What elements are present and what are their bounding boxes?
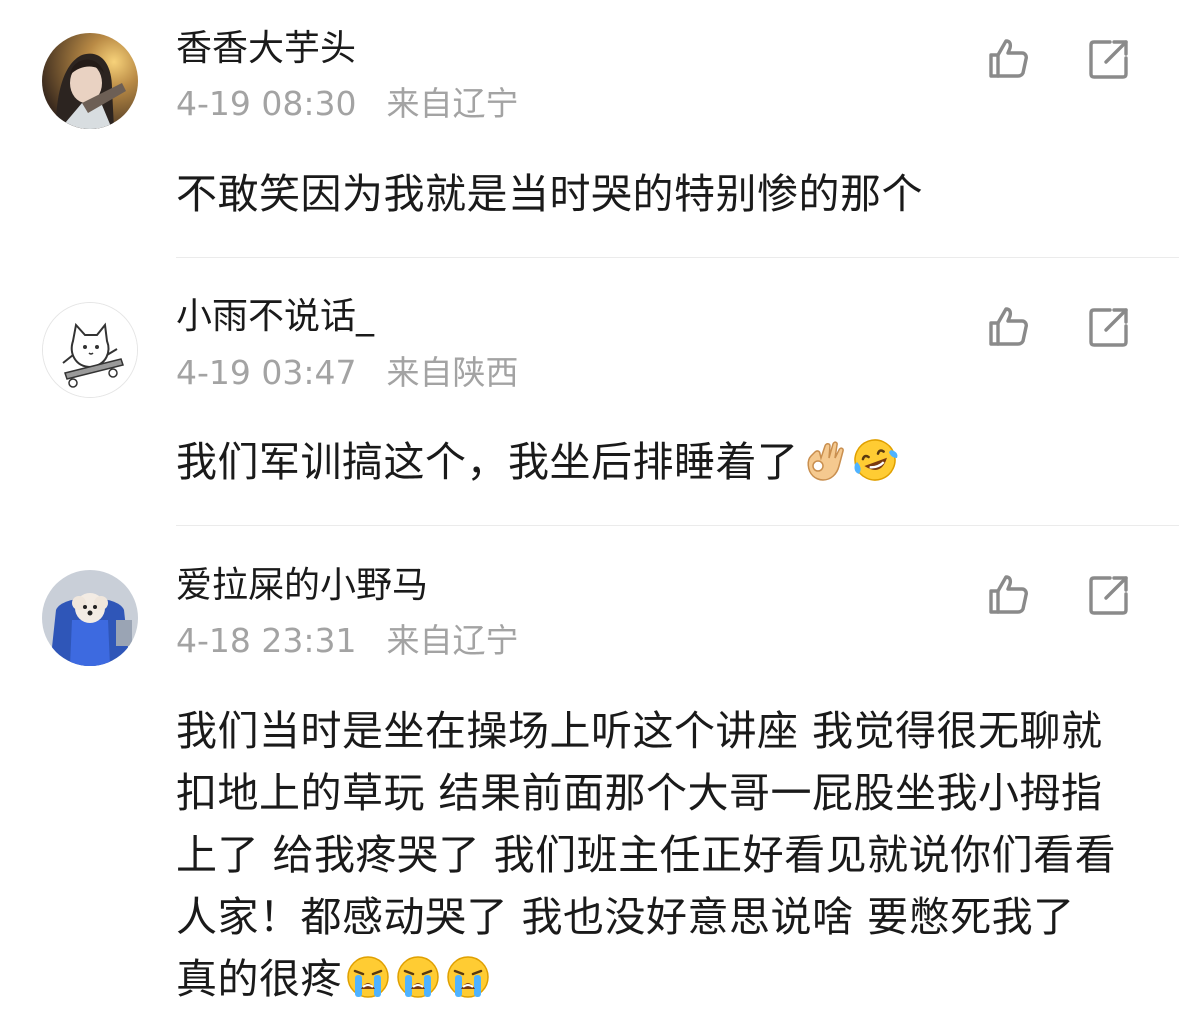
comment-meta: 4-19 08:30 来自辽宁: [176, 84, 519, 124]
timestamp: 4-19 08:30: [176, 84, 357, 123]
share-button[interactable]: [1086, 572, 1132, 618]
comment-text: 我们军训搞这个，我坐后排睡着了: [176, 431, 1136, 493]
comment-text: 不敢笑因为我就是当时哭的特别惨的那个: [176, 170, 923, 218]
comment-item: 爱拉屎的小野马 4-18 23:31 来自辽宁 我们当时是坐在操场上听这个讲座 我…: [0, 526, 1179, 1030]
avatar[interactable]: [42, 302, 138, 398]
comment-text-body: 我们军训搞这个，我坐后排睡着了: [176, 438, 799, 486]
comment-meta: 4-18 23:31 来自辽宁: [176, 621, 519, 661]
comment-text-body: 我们当时是坐在操场上听这个讲座 我觉得很无聊就扣地上的草玩 结果前面那个大哥一屁…: [176, 707, 1117, 1003]
location: 来自辽宁: [386, 621, 519, 660]
share-button[interactable]: [1086, 304, 1132, 350]
location: 来自陕西: [386, 353, 519, 392]
laughing-crying-emoji: [851, 436, 899, 484]
timestamp: 4-18 23:31: [176, 621, 357, 660]
share-outline-icon: [1089, 308, 1128, 347]
comment-item: 小雨不说话_ 4-19 03:47 来自陕西 我们军训搞这个，我坐后排睡着了: [0, 258, 1179, 526]
thumbs-up-outline-icon: [989, 307, 1028, 346]
loudly-crying-emoji: [394, 953, 442, 1001]
ok-hand-emoji: [801, 436, 849, 484]
like-button[interactable]: [986, 36, 1032, 82]
thumbs-up-outline-icon: [989, 39, 1028, 78]
loudly-crying-emoji: [444, 953, 492, 1001]
comment-text: 我们当时是坐在操场上听这个讲座 我觉得很无聊就扣地上的草玩 结果前面那个大哥一屁…: [176, 700, 1121, 1010]
avatar[interactable]: [42, 570, 138, 666]
like-button[interactable]: [986, 304, 1032, 350]
loudly-crying-emoji: [344, 953, 392, 1001]
comment-item: 香香大芋头 4-19 08:30 来自辽宁 不敢笑因为我就是当时哭的特别惨的那个: [0, 0, 1179, 258]
thumbs-up-outline-icon: [989, 575, 1028, 614]
comment-meta: 4-19 03:47 来自陕西: [176, 353, 519, 393]
username[interactable]: 爱拉屎的小野马: [176, 564, 428, 608]
username[interactable]: 香香大芋头: [176, 27, 356, 71]
timestamp: 4-19 03:47: [176, 353, 357, 392]
avatar[interactable]: [42, 33, 138, 129]
share-outline-icon: [1089, 40, 1128, 79]
username[interactable]: 小雨不说话_: [176, 295, 374, 339]
share-outline-icon: [1089, 576, 1128, 615]
like-button[interactable]: [986, 572, 1032, 618]
share-button[interactable]: [1086, 36, 1132, 82]
location: 来自辽宁: [386, 84, 519, 123]
